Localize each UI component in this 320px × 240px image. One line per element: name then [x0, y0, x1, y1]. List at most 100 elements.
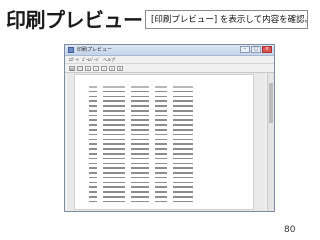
report-cell [103, 119, 125, 122]
report-cell [173, 181, 193, 184]
report-cell [131, 167, 149, 169]
report-cell [89, 100, 97, 102]
report-cell [103, 200, 125, 203]
report-cell [173, 162, 193, 165]
report-cell [173, 167, 193, 169]
report-cell [155, 157, 167, 160]
report-row [89, 152, 249, 156]
report-cell [131, 200, 149, 203]
report-cell [131, 95, 149, 98]
report-cell [131, 152, 149, 155]
report-cell [173, 133, 193, 136]
report-cell [155, 143, 167, 145]
first-page-icon[interactable]: « [85, 65, 91, 71]
app-icon [68, 47, 74, 53]
report-cell [89, 133, 97, 136]
report-row [89, 99, 249, 103]
report-cell [103, 172, 125, 174]
report-cell [173, 200, 193, 203]
report-cell [173, 172, 193, 174]
report-cell [103, 157, 125, 160]
report-row [89, 123, 249, 127]
preview-page [75, 75, 253, 209]
report-cell [103, 181, 125, 184]
report-cell [103, 152, 125, 155]
menu-item-export[interactable]: ｴﾎﾟｰﾄ [69, 56, 79, 63]
print-preview-window: 印刷プレビュー – □ × ｴﾎﾟｰﾄ ｽﾞｰﾑﾍﾟｰｼﾞ ヘルプ ▤ ○ « … [64, 44, 275, 212]
report-cell [103, 100, 125, 102]
report-cell [155, 138, 167, 141]
report-cell [155, 90, 167, 93]
report-cell [131, 100, 149, 102]
report-header-row [89, 85, 249, 89]
report-cell [131, 191, 149, 193]
report-row [89, 142, 249, 146]
scrollbar-thumb[interactable] [269, 83, 273, 123]
report-cell [89, 90, 97, 93]
report-cell [155, 195, 167, 198]
report-cell [155, 200, 167, 203]
minimize-button[interactable]: – [240, 46, 250, 53]
close-icon[interactable]: × [117, 65, 123, 71]
report-cell [173, 186, 193, 188]
report-cell [89, 152, 97, 155]
maximize-button[interactable]: □ [251, 46, 261, 53]
report-cell [89, 95, 97, 98]
report-cell [155, 181, 167, 184]
menu-item-help[interactable]: ヘルプ [103, 56, 115, 63]
report-cell [173, 109, 193, 112]
report-cell [173, 143, 193, 145]
report-row [89, 171, 249, 175]
report-cell [89, 162, 97, 165]
report-cell [103, 129, 125, 131]
report-cell [103, 176, 125, 179]
vertical-scrollbar[interactable] [267, 73, 274, 211]
report-row [89, 114, 249, 118]
report-cell [131, 172, 149, 174]
report-cell [173, 95, 193, 98]
report-cell [103, 186, 125, 188]
report-cell [131, 105, 149, 107]
report-cell [131, 119, 149, 122]
report-cell [131, 90, 149, 93]
report-row [89, 162, 249, 166]
report-cell [103, 167, 125, 169]
print-icon[interactable]: ▤ [69, 65, 75, 71]
report-cell [131, 129, 149, 131]
report-cell [103, 95, 125, 98]
zoom-icon[interactable]: ○ [77, 65, 83, 71]
report-cell [131, 181, 149, 184]
report-row [89, 95, 249, 99]
report-header-cell [103, 86, 125, 88]
page-number: 80 [284, 225, 296, 235]
report-cell [103, 114, 125, 117]
report-row [89, 181, 249, 185]
last-page-icon[interactable]: » [109, 65, 115, 71]
report-cell [89, 181, 97, 184]
report-cell [173, 124, 193, 126]
report-cell [173, 90, 193, 93]
report-cell [131, 148, 149, 150]
report-cell [155, 129, 167, 131]
next-page-icon[interactable]: › [101, 65, 107, 71]
report-cell [173, 157, 193, 160]
report-row [89, 195, 249, 199]
report-cell [131, 114, 149, 117]
report-row [89, 109, 249, 113]
close-window-button[interactable]: × [262, 46, 272, 53]
report-cell [103, 133, 125, 136]
report-cell [155, 172, 167, 174]
preview-canvas [67, 73, 265, 211]
report-cell [103, 162, 125, 165]
report-cell [155, 133, 167, 136]
report-cell [173, 191, 193, 193]
report-row [89, 118, 249, 122]
report-cell [155, 152, 167, 155]
window-titlebar: 印刷プレビュー – □ × [65, 45, 274, 56]
report-cell [155, 95, 167, 98]
menu-item-zoom[interactable]: ｽﾞｰﾑﾍﾟｰｼﾞ [82, 56, 100, 63]
window-title: 印刷プレビュー [77, 47, 113, 53]
prev-page-icon[interactable]: ‹ [93, 65, 99, 71]
report-cell [131, 195, 149, 198]
report-row [89, 147, 249, 151]
